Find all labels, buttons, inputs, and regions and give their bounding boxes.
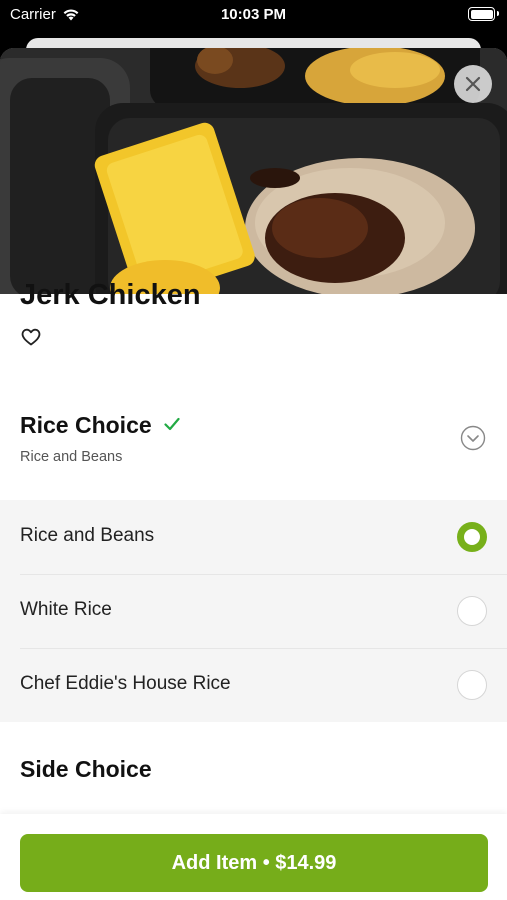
next-section-title: Side Choice xyxy=(20,756,152,782)
section-title: Rice Choice xyxy=(20,412,152,438)
checkmark-icon xyxy=(164,417,180,431)
option-white-rice[interactable]: White Rice xyxy=(0,574,507,648)
close-icon xyxy=(465,76,481,92)
option-label: Chef Eddie's House Rice xyxy=(20,673,231,694)
add-item-button[interactable]: Add Item • $14.99 xyxy=(20,834,488,892)
footer-bar: Add Item • $14.99 xyxy=(0,814,507,900)
item-title: Jerk Chicken xyxy=(20,279,201,311)
battery-icon xyxy=(468,7,499,21)
chevron-down-icon[interactable] xyxy=(460,425,486,451)
section-selected-summary: Rice and Beans xyxy=(20,449,123,465)
option-rice-and-beans[interactable]: Rice and Beans xyxy=(0,500,507,574)
option-label: Rice and Beans xyxy=(20,525,155,546)
radio-unselected[interactable] xyxy=(457,596,487,626)
heart-icon[interactable] xyxy=(21,328,41,346)
close-button[interactable] xyxy=(454,65,492,103)
option-label: White Rice xyxy=(20,599,112,620)
status-bar: Carrier 10:03 PM xyxy=(0,0,507,30)
status-time: 10:03 PM xyxy=(220,6,287,23)
section-header-rice-choice[interactable]: Rice Choice xyxy=(20,412,180,439)
item-photo xyxy=(0,48,507,294)
radio-selected[interactable] xyxy=(457,522,487,552)
option-list: Rice and Beans White Rice Chef Eddie's H… xyxy=(0,500,507,722)
radio-unselected[interactable] xyxy=(457,670,487,700)
option-house-rice[interactable]: Chef Eddie's House Rice xyxy=(0,648,507,722)
